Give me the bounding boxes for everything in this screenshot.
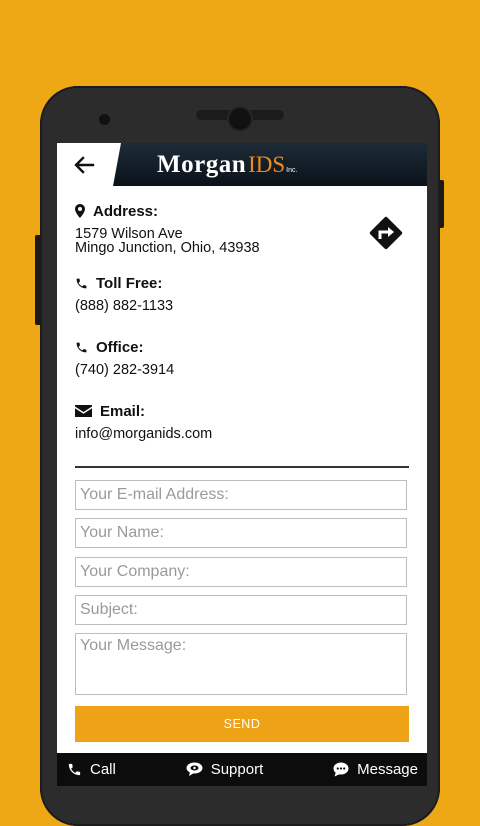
phone-icon — [76, 278, 87, 288]
company-field[interactable] — [75, 557, 407, 587]
location-pin-icon — [75, 204, 85, 218]
section-divider — [75, 466, 409, 468]
tollfree-number[interactable]: (888) 882-1133 — [75, 299, 409, 314]
email-field[interactable] — [75, 480, 407, 510]
call-label: Call — [90, 761, 116, 778]
logo-main-text: Morgan — [157, 151, 247, 178]
email-heading: Email: — [75, 401, 409, 421]
email-address[interactable]: info@morganids.com — [75, 427, 409, 442]
phone-icon — [68, 763, 81, 776]
contact-info: Address: 1579 Wilson Ave Mingo Junction,… — [75, 201, 409, 441]
office-label: Office: — [96, 338, 144, 356]
address-heading: Address: — [75, 201, 409, 221]
message-field[interactable] — [75, 633, 407, 695]
phone-sensor — [99, 114, 110, 125]
back-arrow-icon[interactable] — [73, 154, 95, 176]
subject-field[interactable] — [75, 595, 407, 625]
chat-bubble-icon — [333, 762, 349, 777]
app-header: MorganIDSInc. — [57, 143, 427, 186]
logo-sub-text: IDS — [248, 152, 286, 177]
address-line1: 1579 Wilson Ave — [75, 226, 183, 242]
phone-icon — [76, 342, 87, 352]
logo-inc-text: Inc. — [286, 167, 298, 174]
support-label: Support — [210, 761, 264, 778]
tollfree-heading: Toll Free: — [75, 273, 409, 293]
email-label: Email: — [100, 402, 146, 420]
support-button[interactable]: Support — [186, 761, 264, 778]
envelope-icon — [75, 405, 92, 417]
message-button[interactable]: Message — [333, 761, 418, 778]
app-screen: MorganIDSInc. Address: 1579 Wilson Ave M… — [57, 143, 427, 786]
address-label: Address: — [93, 202, 159, 220]
call-button[interactable]: Call — [67, 761, 116, 778]
company-logo: MorganIDSInc. — [157, 151, 297, 179]
support-icon — [186, 762, 203, 776]
send-button[interactable]: SEND — [75, 706, 409, 742]
bottom-action-bar: Call Support Message — [57, 753, 427, 786]
office-number[interactable]: (740) 282-3914 — [75, 363, 409, 378]
office-heading: Office: — [75, 337, 409, 357]
tollfree-label: Toll Free: — [96, 274, 163, 292]
address-line2: Mingo Junction, Ohio, 43938 — [75, 240, 260, 256]
message-label: Message — [357, 761, 418, 778]
name-field[interactable] — [75, 518, 407, 548]
phone-camera — [229, 108, 251, 130]
